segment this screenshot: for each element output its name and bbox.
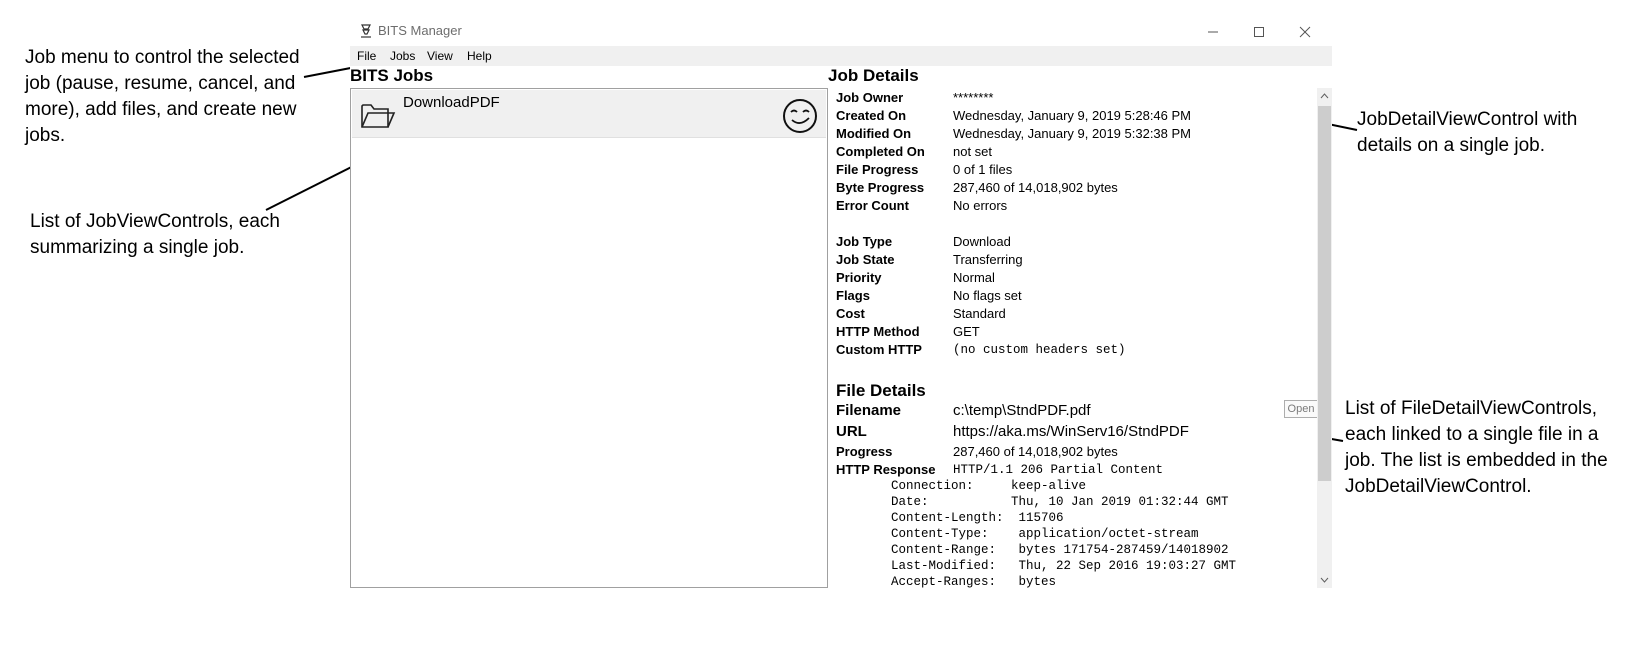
field-value: 287,460 of 14,018,902 bytes xyxy=(953,180,1118,195)
field-value: 0 of 1 files xyxy=(953,162,1013,177)
http-header-line: Content-Length: 115706 xyxy=(891,511,1064,525)
annotation-line: job (pause, resume, cancel, and xyxy=(25,73,296,94)
menu-jobs[interactable]: Jobs xyxy=(390,49,415,63)
scroll-thumb[interactable] xyxy=(1318,106,1331,481)
field-value: No flags set xyxy=(953,288,1022,303)
http-header-line: Content-Range: bytes 171754-287459/14018… xyxy=(891,543,1229,557)
jobs-heading: BITS Jobs xyxy=(350,66,434,85)
url-label: URL xyxy=(836,423,867,440)
field-label: Flags xyxy=(836,288,870,303)
annotation-line: summarizing a single job. xyxy=(30,237,245,258)
annotation-line: jobs. xyxy=(25,125,66,146)
annotation-line: details on a single job. xyxy=(1357,135,1546,156)
field-value: GET xyxy=(953,324,980,339)
scroll-down-arrow[interactable] xyxy=(1317,572,1332,588)
annotation-line: job. The list is embedded in the xyxy=(1345,450,1608,471)
http-header-line: Accept-Ranges: bytes xyxy=(891,575,1057,588)
details-scroll-area: Job Owner ******** Created On Wednesday,… xyxy=(827,88,1317,588)
progress-label: Progress xyxy=(836,444,893,459)
annotation-line: JobDetailViewControl. xyxy=(1345,476,1532,497)
field-value: Standard xyxy=(953,306,1006,321)
field-label: Job State xyxy=(836,252,895,267)
minimize-icon xyxy=(1208,31,1218,33)
field-value: Normal xyxy=(953,270,995,285)
menu-bar: File Jobs View Help xyxy=(350,46,1332,66)
annotation-line: Job menu to control the selected xyxy=(25,47,300,68)
job-list-annotation: List of JobViewControls, each summarizin… xyxy=(30,209,280,261)
http-status-value: HTTP/1.1 206 Partial Content xyxy=(953,463,1164,477)
http-response-label: HTTP Response xyxy=(836,462,936,477)
job-name: DownloadPDF xyxy=(403,94,500,111)
field-value: Download xyxy=(953,234,1011,249)
field-label: Error Count xyxy=(836,198,909,213)
field-value: (no custom headers set) xyxy=(953,343,1126,357)
http-header-line: Date: Thu, 10 Jan 2019 01:32:44 GMT xyxy=(891,495,1229,509)
annotation-line: List of FileDetailViewControls, xyxy=(1345,398,1598,419)
field-label: Cost xyxy=(836,306,865,321)
close-button[interactable] xyxy=(1282,18,1328,46)
http-header-line: Connection: keep-alive xyxy=(891,479,1087,493)
field-label: Job Owner xyxy=(836,90,904,105)
chevron-down-icon xyxy=(1320,577,1329,583)
maximize-button[interactable] xyxy=(1236,18,1282,46)
close-icon xyxy=(1299,26,1311,38)
http-header-line: Content-Type: application/octet-stream xyxy=(891,527,1199,541)
field-label: Byte Progress xyxy=(836,180,925,195)
chevron-up-icon xyxy=(1320,93,1329,99)
window-title: BITS Manager xyxy=(378,23,462,38)
field-value: ******** xyxy=(953,90,994,105)
job-list: DownloadPDF xyxy=(350,88,828,588)
job-view-control[interactable]: DownloadPDF xyxy=(352,90,826,138)
field-label: Created On xyxy=(836,108,907,123)
menu-view[interactable]: View xyxy=(427,49,453,63)
field-label: Job Type xyxy=(836,234,893,249)
field-label: Modified On xyxy=(836,126,912,141)
vertical-scrollbar[interactable] xyxy=(1317,88,1332,588)
field-label: Custom HTTP xyxy=(836,342,922,357)
field-label: File Progress xyxy=(836,162,919,177)
field-value: not set xyxy=(953,144,993,159)
field-label: Completed On xyxy=(836,144,925,159)
job-detail-annotation: JobDetailViewControl with details on a s… xyxy=(1357,107,1577,159)
field-value: No errors xyxy=(953,198,1008,213)
field-value: Transferring xyxy=(953,252,1023,267)
smiley-transferring-icon xyxy=(783,99,817,133)
field-label: Priority xyxy=(836,270,882,285)
job-details-heading: Job Details xyxy=(828,66,919,85)
job-detail-view-control: Job Owner ******** Created On Wednesday,… xyxy=(827,88,1332,588)
annotation-line: List of JobViewControls, each xyxy=(30,211,280,232)
scroll-up-arrow[interactable] xyxy=(1317,88,1332,104)
title-bar[interactable]: BITS Manager xyxy=(350,18,1332,46)
filename-label: Filename xyxy=(836,402,902,419)
minimize-button[interactable] xyxy=(1190,18,1236,46)
filename-value: c:\temp\StndPDF.pdf xyxy=(953,402,1091,419)
menu-file[interactable]: File xyxy=(357,49,376,63)
open-file-button[interactable]: Open xyxy=(1284,400,1317,418)
maximize-icon xyxy=(1254,27,1264,37)
annotation-line: more), add files, and create new xyxy=(25,99,297,120)
field-value: Wednesday, January 9, 2019 5:28:46 PM xyxy=(953,108,1192,123)
url-value: https://aka.ms/WinServ16/StndPDF xyxy=(953,423,1189,440)
annotation-line: each linked to a single file in a xyxy=(1345,424,1599,445)
field-value: Wednesday, January 9, 2019 5:32:38 PM xyxy=(953,126,1192,141)
file-list-annotation: List of FileDetailViewControls, each lin… xyxy=(1345,396,1608,500)
folder-icon xyxy=(361,104,396,128)
progress-value: 287,460 of 14,018,902 bytes xyxy=(953,444,1118,459)
job-menu-annotation: Job menu to control the selected job (pa… xyxy=(25,45,300,149)
file-details-heading: File Details xyxy=(836,381,926,400)
field-label: HTTP Method xyxy=(836,324,920,339)
menu-help[interactable]: Help xyxy=(467,49,492,63)
app-icon xyxy=(361,24,371,38)
http-header-line: Last-Modified: Thu, 22 Sep 2016 19:03:27… xyxy=(891,559,1237,573)
annotation-line: JobDetailViewControl with xyxy=(1357,109,1578,130)
bits-manager-window: BITS Manager File Jobs View Help BITS Jo… xyxy=(350,18,1332,588)
